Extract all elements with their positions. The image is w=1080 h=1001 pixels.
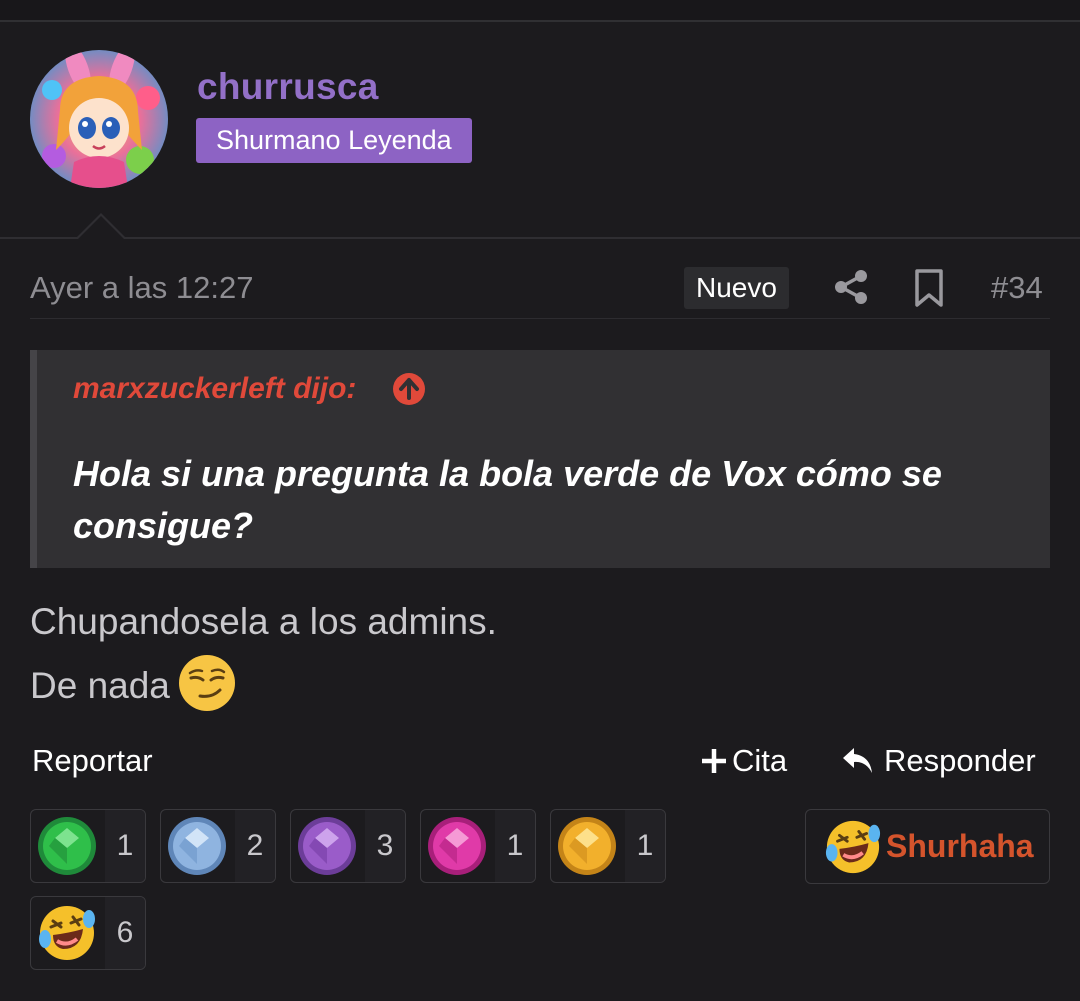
reaction-count: 1	[625, 810, 665, 882]
top-strip	[0, 0, 1080, 20]
reply-button-label: Responder	[884, 743, 1036, 778]
quote-block: marxzuckerleft dijo: Hola si una pregunt…	[30, 350, 1050, 568]
pink-gem-icon	[428, 817, 486, 875]
post-date[interactable]: Ayer a las 12:27	[30, 270, 253, 306]
laughing-face-icon	[825, 820, 881, 873]
reaction-blue-gem[interactable]: 2	[160, 809, 276, 883]
new-badge: Nuevo	[684, 267, 789, 309]
gold-gem-icon	[558, 817, 616, 875]
shurhaha-react-button[interactable]: Shurhaha	[805, 809, 1050, 884]
post-body: Chupandosela a los admins. De nada	[30, 590, 497, 718]
reaction-gold-gem[interactable]: 1	[550, 809, 666, 883]
reaction-count: 1	[105, 810, 145, 882]
post-number[interactable]: #34	[991, 270, 1043, 306]
post-page: churrusca Shurmano Leyenda Ayer a las 12…	[0, 0, 1080, 1001]
meta-divider	[30, 318, 1050, 319]
green-gem-icon	[38, 817, 96, 875]
avatar-image	[30, 50, 168, 188]
reply-button[interactable]: Responder	[840, 743, 1036, 779]
username[interactable]: churrusca	[197, 66, 379, 108]
quote-author[interactable]: marxzuckerleft dijo:	[73, 372, 356, 406]
quote-button[interactable]: Cita	[700, 743, 787, 779]
smirk-emoji-icon	[178, 655, 235, 712]
reaction-laughing-face[interactable]: 6	[30, 896, 146, 970]
share-icon[interactable]	[832, 268, 870, 306]
header-pointer-fill	[78, 216, 124, 239]
blue-gem-icon	[168, 817, 226, 875]
bookmark-icon[interactable]	[912, 268, 946, 308]
user-rank-badge: Shurmano Leyenda	[196, 118, 472, 163]
reaction-count: 2	[235, 810, 275, 882]
quote-button-label: Cita	[732, 743, 788, 778]
shurhaha-label: Shurhaha	[886, 828, 1034, 864]
avatar[interactable]	[30, 50, 168, 188]
plus-icon	[702, 749, 726, 773]
reaction-purple-gem[interactable]: 3	[290, 809, 406, 883]
arrow-up-circle-icon[interactable]	[392, 372, 426, 406]
laughing-face-icon	[39, 906, 95, 960]
post-body-line-2: De nada	[30, 654, 497, 718]
reaction-count: 6	[105, 897, 145, 969]
header-divider	[0, 237, 1080, 239]
divider	[0, 20, 1080, 22]
purple-gem-icon	[298, 817, 356, 875]
report-link[interactable]: Reportar	[32, 743, 153, 779]
reaction-count: 3	[365, 810, 405, 882]
reaction-count: 1	[495, 810, 535, 882]
quote-text: Hola si una pregunta la bola verde de Vo…	[73, 453, 942, 546]
reaction-green-gem[interactable]: 1	[30, 809, 146, 883]
post-body-text: De nada	[30, 665, 170, 706]
reply-icon	[843, 748, 872, 773]
post-body-line: Chupandosela a los admins.	[30, 601, 497, 642]
reaction-pink-gem[interactable]: 1	[420, 809, 536, 883]
